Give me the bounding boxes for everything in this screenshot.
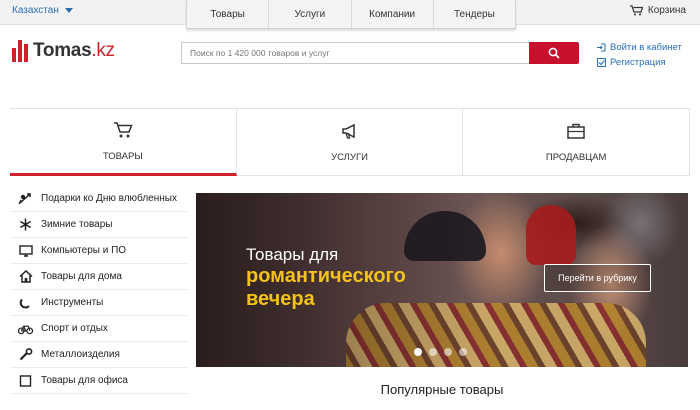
tab-services-label: УСЛУГИ [331, 151, 368, 163]
region-label: Казахстан [12, 5, 59, 16]
login-icon [597, 43, 606, 52]
banner-title-line2: романтического [246, 265, 406, 287]
sidebar-item-label: Товары для офиса [41, 375, 128, 386]
topnav-tenders[interactable]: Тендеры [434, 0, 515, 28]
office-icon [18, 374, 33, 387]
sidebar-item-label: Компьютеры и ПО [41, 245, 127, 256]
magnet-icon [18, 296, 33, 309]
topnav-goods[interactable]: Товары [187, 0, 270, 28]
topnav-companies[interactable]: Компании [352, 0, 434, 28]
sidebar-item-tools[interactable]: Инструменты [10, 290, 188, 316]
tab-services[interactable]: УСЛУГИ [236, 109, 464, 176]
cupid-icon [18, 192, 33, 205]
banner-cta-button[interactable]: Перейти в рубрику [544, 264, 651, 292]
sidebar-item-label: Металлоизделия [41, 349, 120, 360]
sidebar-item-sport[interactable]: Спорт и отдых [10, 316, 188, 342]
register-link[interactable]: Регистрация [597, 55, 682, 70]
cart-link[interactable]: Корзина [629, 5, 686, 16]
login-label: Войти в кабинет [610, 42, 682, 53]
tab-sellers-label: ПРОДАВЦАМ [545, 151, 607, 163]
sidebar-item-label: Спорт и отдых [41, 323, 108, 334]
logo[interactable]: Tomas.kz [12, 40, 115, 62]
megaphone-icon [341, 123, 355, 139]
category-tabs: ТОВАРЫ УСЛУГИ ПРОДАВЦАМ [10, 108, 691, 176]
logo-bars-icon [12, 40, 28, 62]
sidebar-item-home-goods[interactable]: Товары для дома [10, 264, 188, 290]
carousel-dot-2[interactable] [429, 348, 437, 356]
chevron-down-icon [64, 8, 73, 13]
cart-label: Корзина [647, 5, 686, 16]
logo-text: Tomas.kz [33, 40, 115, 61]
snowflake-icon [18, 218, 33, 231]
popular-products-heading: Популярные товары [380, 382, 504, 397]
tab-goods[interactable]: ТОВАРЫ [10, 109, 237, 176]
cart-icon [629, 5, 643, 16]
wrench-icon [18, 348, 33, 361]
region-selector[interactable]: Казахстан [12, 5, 73, 16]
login-link[interactable]: Войти в кабинет [597, 40, 682, 55]
tab-sellers[interactable]: ПРОДАВЦАМ [463, 109, 691, 176]
banner-title-line3: вечера [246, 288, 315, 310]
sidebar-item-label: Инструменты [41, 297, 104, 308]
sidebar-item-label: Товары для дома [41, 271, 122, 282]
carousel-dot-3[interactable] [444, 348, 452, 356]
category-sidebar: Подарки ко Дню влюбленных Зимние товары … [10, 186, 188, 394]
sidebar-item-label: Подарки ко Дню влюбленных [41, 193, 177, 204]
auth-links: Войти в кабинет Регистрация [597, 40, 682, 70]
sidebar-item-computers[interactable]: Компьютеры и ПО [10, 238, 188, 264]
carousel-dot-4[interactable] [459, 348, 467, 356]
search-button[interactable] [529, 42, 579, 64]
banner-title-line1: Товары для [246, 245, 339, 264]
search-bar [181, 42, 579, 64]
sidebar-item-valentine-gifts[interactable]: Подарки ко Дню влюбленных [10, 186, 188, 212]
sidebar-item-label: Зимние товары [41, 219, 113, 230]
promo-banner[interactable]: Товары для романтического вечера Перейти… [196, 193, 688, 367]
sidebar-item-metal[interactable]: Металлоизделия [10, 342, 188, 368]
tab-goods-label: ТОВАРЫ [102, 150, 143, 162]
monitor-icon [18, 244, 33, 257]
top-navigation: Товары Услуги Компании Тендеры [186, 0, 516, 29]
search-icon [548, 47, 560, 59]
carousel-dots [414, 348, 467, 356]
bicycle-icon [18, 322, 33, 335]
sidebar-item-office[interactable]: Товары для офиса [10, 368, 188, 394]
search-input[interactable] [181, 42, 529, 64]
carousel-dot-1[interactable] [414, 348, 422, 356]
active-tab-marker [102, 173, 143, 176]
briefcase-icon [567, 123, 585, 139]
checkbox-icon [597, 58, 606, 67]
cart-icon [113, 121, 133, 137]
house-icon [18, 270, 33, 283]
topnav-services[interactable]: Услуги [269, 0, 352, 28]
sidebar-item-winter-goods[interactable]: Зимние товары [10, 212, 188, 238]
register-label: Регистрация [610, 57, 666, 68]
